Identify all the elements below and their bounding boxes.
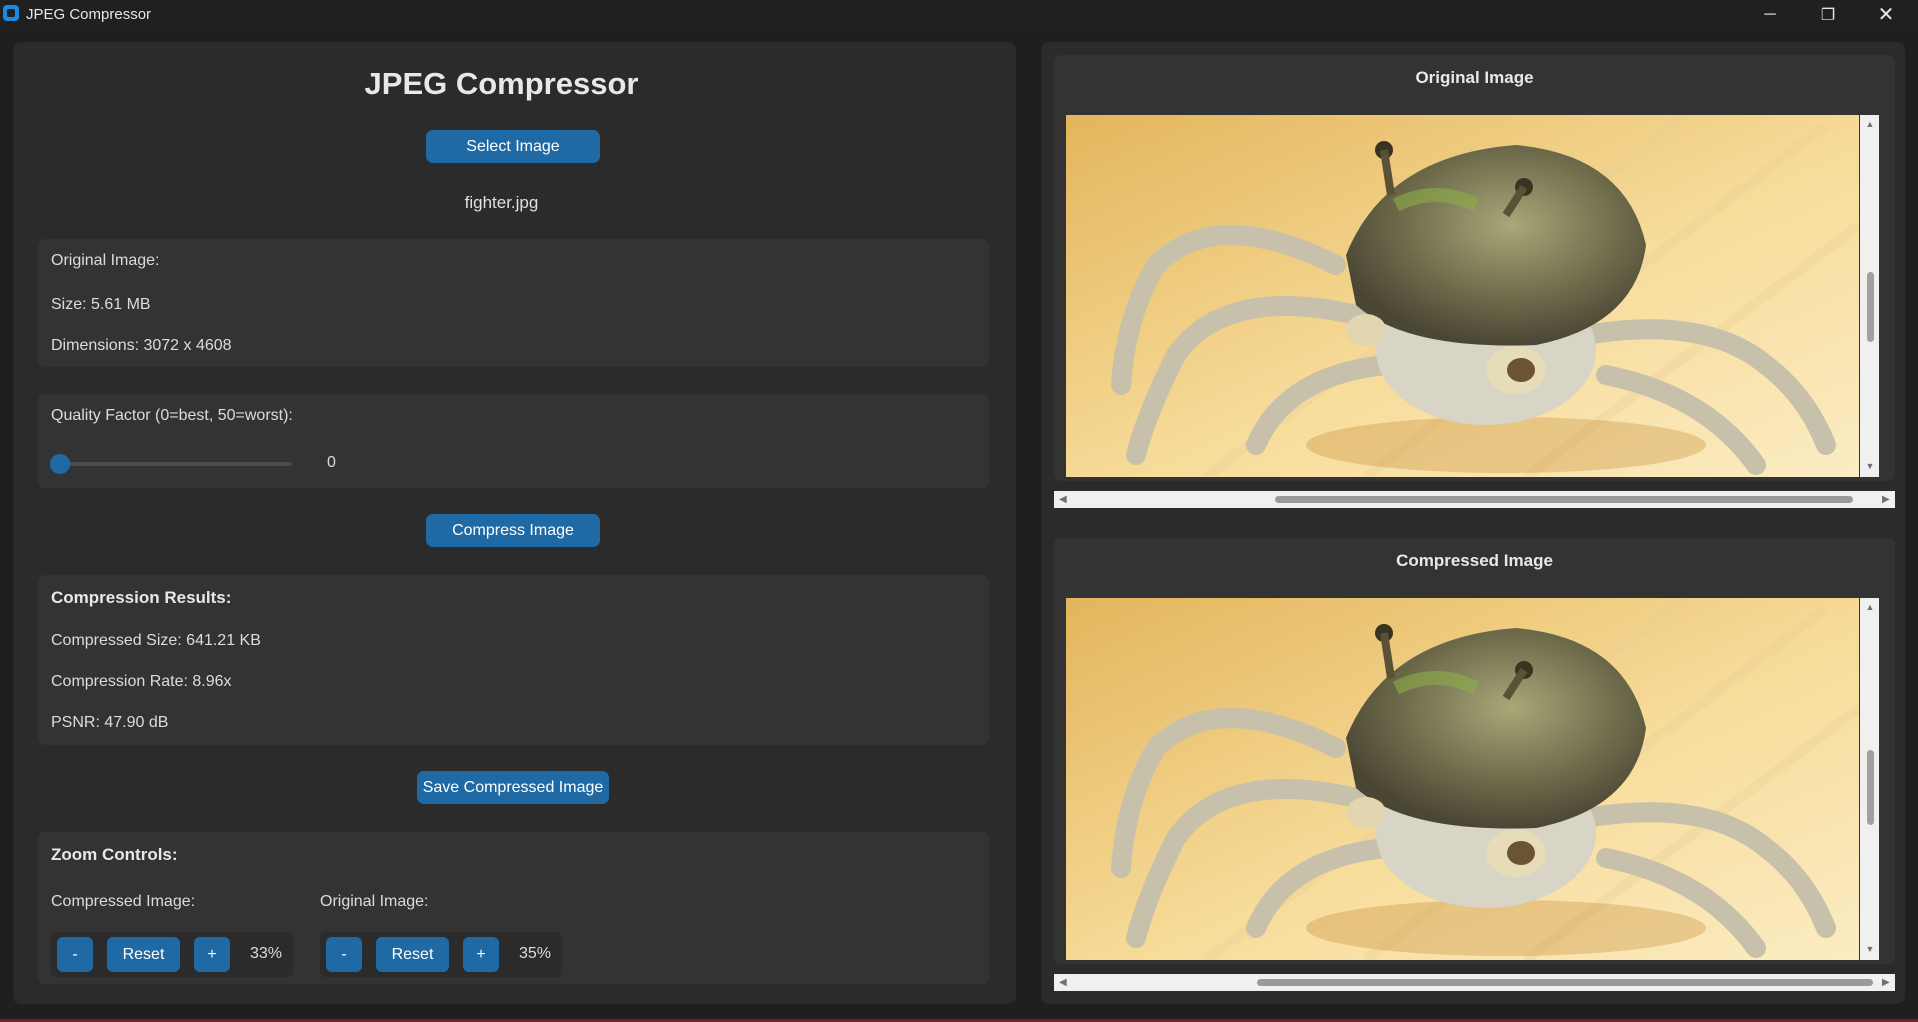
quality-label: Quality Factor (0=best, 50=worst): (51, 407, 293, 424)
quality-slider-handle[interactable] (50, 454, 70, 474)
compression-rate: Compression Rate: 8.96x (51, 673, 232, 690)
window-title: JPEG Compressor (26, 6, 152, 23)
original-scroll-left-icon[interactable]: ◀ (1059, 494, 1067, 505)
save-compressed-image-button[interactable]: Save Compressed Image (417, 771, 609, 804)
compressed-zoom-level: 33% (250, 945, 283, 962)
original-scroll-down-icon[interactable]: ▼ (1864, 461, 1876, 471)
original-size: Size: 5.61 MB (51, 296, 151, 313)
original-image-view[interactable] (1066, 115, 1859, 477)
original-dimensions: Dimensions: 3072 x 4608 (51, 337, 232, 354)
compressed-scroll-up-icon[interactable]: ▲ (1864, 602, 1876, 612)
original-scroll-right-icon[interactable]: ▶ (1882, 494, 1890, 505)
compressed-scroll-right-icon[interactable]: ▶ (1882, 977, 1890, 988)
original-zoom-out-button[interactable]: - (326, 937, 362, 972)
compressed-image-title: Compressed Image (1396, 551, 1553, 570)
compressed-zoom-in-button[interactable]: + (194, 937, 230, 972)
compressed-scroll-down-icon[interactable]: ▼ (1864, 944, 1876, 954)
compress-image-button[interactable]: Compress Image (426, 514, 600, 547)
compressed-image-view[interactable] (1066, 598, 1859, 960)
original-vertical-scroll-thumb[interactable] (1867, 272, 1874, 342)
original-info-title: Original Image: (51, 252, 160, 269)
zoom-compressed-label: Compressed Image: (51, 893, 196, 910)
title-bar (0, 0, 1918, 29)
zoom-original-label: Original Image: (320, 893, 429, 910)
original-scroll-up-icon[interactable]: ▲ (1864, 119, 1876, 129)
minimize-button[interactable]: ─ (1747, 0, 1793, 29)
quality-value: 0 (327, 454, 336, 471)
app-heading: JPEG Compressor (364, 66, 639, 101)
compressed-horizontal-scroll-thumb[interactable] (1257, 979, 1873, 986)
app-icon (3, 5, 19, 21)
compressed-zoom-out-button[interactable]: - (57, 937, 93, 972)
original-horizontal-scroll-thumb[interactable] (1275, 496, 1853, 503)
psnr-value: PSNR: 47.90 dB (51, 714, 169, 731)
quality-slider-track[interactable] (56, 462, 292, 466)
compressed-size: Compressed Size: 641.21 KB (51, 632, 261, 649)
original-zoom-level: 35% (519, 945, 552, 962)
compressed-vertical-scroll-thumb[interactable] (1867, 750, 1874, 825)
select-image-button[interactable]: Select Image (426, 130, 600, 163)
compressed-scroll-left-icon[interactable]: ◀ (1059, 977, 1067, 988)
compressed-zoom-reset-button[interactable]: Reset (107, 937, 180, 972)
original-zoom-reset-button[interactable]: Reset (376, 937, 449, 972)
original-zoom-in-button[interactable]: + (463, 937, 499, 972)
selected-file-name: fighter.jpg (464, 193, 539, 212)
results-title: Compression Results: (51, 588, 232, 607)
crab-photo (1066, 115, 1859, 477)
close-button[interactable]: ✕ (1863, 0, 1909, 29)
zoom-title: Zoom Controls: (51, 845, 178, 864)
crab-photo-compressed (1066, 598, 1859, 960)
original-image-title: Original Image (1415, 68, 1534, 87)
maximize-button[interactable]: ❐ (1805, 0, 1851, 29)
